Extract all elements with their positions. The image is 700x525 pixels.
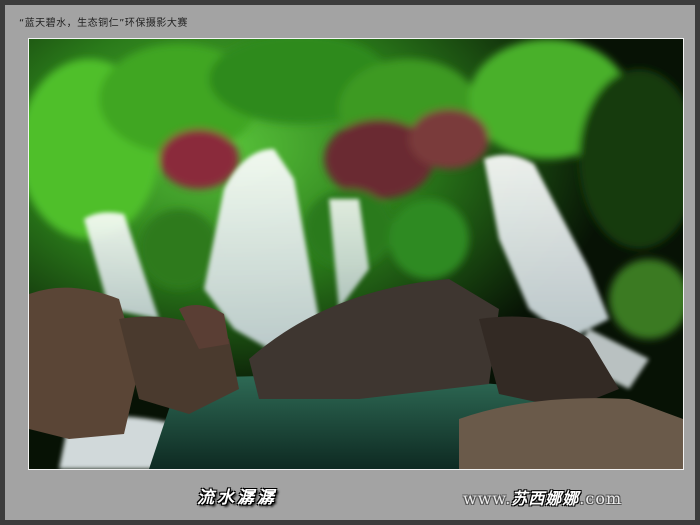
website-prefix: www. [463,489,512,508]
website-watermark: www.苏西娜娜.com [463,485,622,509]
website-suffix: .com [579,489,623,508]
website-name: 苏西娜娜 [511,489,580,508]
waterfall-scene [29,39,683,469]
photo-title: 流水潺潺 [197,488,277,508]
photo-frame: “蓝天碧水，生态铜仁”环保摄影大赛 流水潺潺 www.苏西娜娜.com [0,0,700,525]
waterfall-photo [28,38,684,470]
contest-caption: “蓝天碧水，生态铜仁”环保摄影大赛 [19,18,188,29]
